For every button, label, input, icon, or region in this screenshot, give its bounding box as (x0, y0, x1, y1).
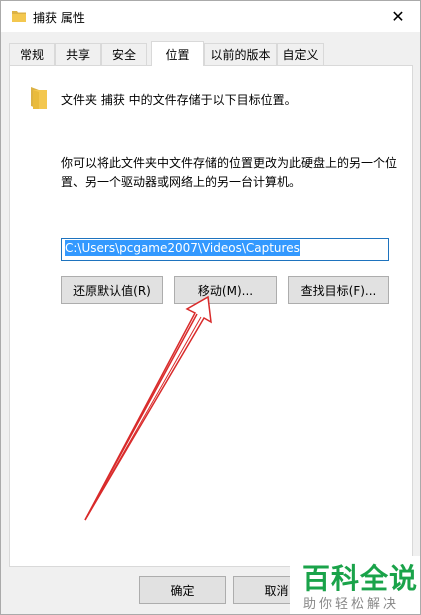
watermark: 百科全说 助你轻松解决 (290, 556, 420, 614)
folder-icon (31, 87, 47, 109)
find-target-button[interactable]: 查找目标(F)... (288, 276, 389, 304)
window-title: 捕获 属性 (33, 11, 85, 25)
title-bar[interactable]: 捕获 属性 ✕ (1, 1, 420, 32)
folder-icon (12, 11, 26, 22)
target-path-input[interactable]: C:\Users\pcgame2007\Videos\Captures (61, 238, 389, 261)
location-panel: 文件夹 捕获 中的文件存储于以下目标位置。 你可以将此文件夹中文件存储的位置更改… (9, 65, 413, 567)
watermark-subtitle: 助你轻松解决 (303, 597, 400, 612)
location-info-text: 你可以将此文件夹中文件存储的位置更改为此硬盘上的另一个位置、另一个驱动器或网络上… (61, 156, 398, 189)
tab-location[interactable]: 位置 (151, 41, 204, 66)
tab-customize[interactable]: 自定义 (277, 43, 324, 65)
move-button[interactable]: 移动(M)... (174, 276, 277, 304)
close-icon: ✕ (391, 7, 405, 26)
properties-dialog: 捕获 属性 ✕ 常规 共享 安全 位置 以前的版本 自定义 文件夹 捕获 中的文… (0, 0, 421, 615)
selected-path-text: C:\Users\pcgame2007\Videos\Captures (65, 240, 300, 256)
ok-button[interactable]: 确定 (139, 576, 226, 604)
folder-location-description: 文件夹 捕获 中的文件存储于以下目标位置。 (61, 93, 297, 107)
tab-previous-versions[interactable]: 以前的版本 (204, 43, 277, 65)
tab-sharing[interactable]: 共享 (55, 43, 101, 65)
tab-general[interactable]: 常规 (9, 43, 55, 65)
restore-default-button[interactable]: 还原默认值(R) (61, 276, 163, 304)
watermark-title: 百科全说 (302, 562, 419, 595)
close-button[interactable]: ✕ (378, 1, 418, 32)
tab-security[interactable]: 安全 (101, 43, 147, 65)
